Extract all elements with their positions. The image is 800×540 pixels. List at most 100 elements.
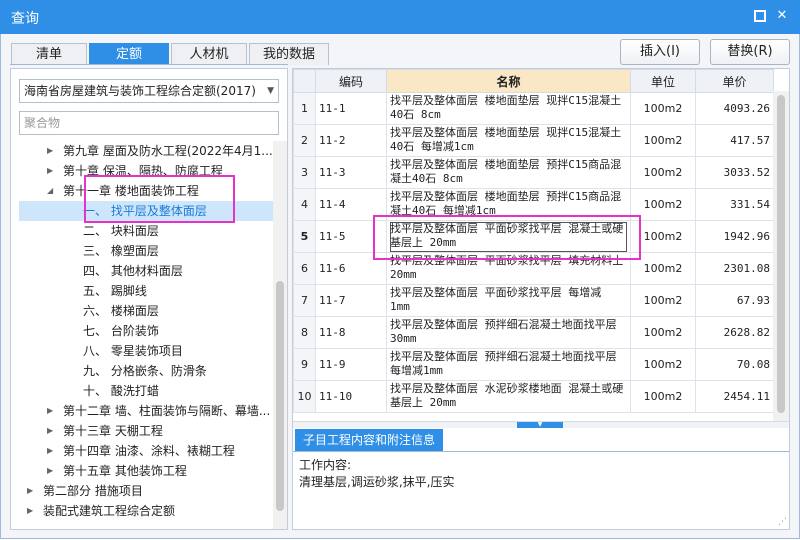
expand-arrow-icon[interactable]: ▶ [47,441,53,461]
row-number[interactable]: 9 [293,348,316,381]
highlight-tree-selection [84,175,235,223]
highlight-row-5 [373,215,641,260]
tree-item-label: 装配式建筑工程综合定额 [43,504,176,518]
row-number[interactable]: 4 [293,188,316,221]
tree-item-label: 九、 分格嵌条、防滑条 [83,364,207,378]
table-row[interactable]: 9 11-9 找平层及整体面层 预拌细石混凝土地面找平层 每增减1mm 100m2 70… [293,348,774,381]
cell-price[interactable]: 2628.82 [695,316,774,349]
quota-library-value: 海南省房屋建筑与装饰工程综合定额(2017) [24,84,256,98]
title-bar: 查询 ✕ [0,0,800,34]
row-number[interactable]: 10 [293,380,316,413]
expand-arrow-icon[interactable]: ▶ [47,421,53,441]
splitter-grip-icon[interactable]: ▼ [517,422,563,428]
header-price[interactable]: 单价 [695,69,774,93]
cell-code[interactable]: 11-8 [315,316,387,349]
cell-unit[interactable]: 100m2 [630,380,696,413]
cell-name-text: 找平层及整体面层 楼地面垫层 预拌C15商品混凝土40石 8cm [390,157,622,185]
expand-arrow-icon[interactable]: ▶ [27,481,33,501]
cell-unit[interactable]: 100m2 [630,348,696,381]
row-number[interactable]: 1 [293,92,316,125]
cell-unit[interactable]: 100m2 [630,316,696,349]
cell-code[interactable]: 11-2 [315,124,387,157]
tree-item-label: 第十四章 油漆、涂料、裱糊工程 [63,444,235,458]
replace-button[interactable]: 替换(R) [710,39,790,65]
table-row[interactable]: 7 11-7 找平层及整体面层 平面砂浆找平层 每增减 1mm 100m2 67.93 [293,284,774,317]
cell-name-text: 找平层及整体面层 预拌细石混凝土地面找平层 每增减1mm [390,349,617,377]
cell-price[interactable]: 1942.96 [695,220,774,253]
row-number[interactable]: 3 [293,156,316,189]
row-number[interactable]: 5 [293,220,316,253]
tree-item-label: 七、 台阶装饰 [83,324,159,338]
cell-name-text: 找平层及整体面层 水泥砂浆楼地面 混凝土或硬基层上 20mm [390,381,624,409]
cell-name[interactable]: 找平层及整体面层 平面砂浆找平层 每增减 1mm [386,284,631,317]
search-input[interactable]: 聚合物 [19,111,279,135]
cell-code[interactable]: 11-1 [315,92,387,125]
tree-item-label: 六、 楼梯面层 [83,304,159,318]
cell-name-text: 找平层及整体面层 平面砂浆找平层 每增减 1mm [390,285,602,313]
right-panel: 编码 名称 单位 单价 1 11-1 找平层及整体面层 楼地面垫层 现拌C15混凝土… [292,68,790,530]
expand-arrow-icon[interactable]: ▶ [47,461,53,481]
cell-price[interactable]: 70.08 [695,348,774,381]
cell-name[interactable]: 找平层及整体面层 预拌细石混凝土地面找平层 30mm [386,316,631,349]
tab-underline [10,64,288,65]
tree-item-label: 第十二章 墙、柱面装饰与隔断、幕墙... [63,404,271,418]
tree-item-label: 二、 块料面层 [83,224,159,238]
table-row[interactable]: 1 11-1 找平层及整体面层 楼地面垫层 现拌C15混凝土40石 8cm 100m2… [293,92,774,125]
cell-price[interactable]: 2301.08 [695,252,774,285]
cell-code[interactable]: 11-3 [315,156,387,189]
info-tab[interactable]: 子目工程内容和附注信息 [295,429,444,451]
table-row[interactable]: 3 11-3 找平层及整体面层 楼地面垫层 预拌C15商品混凝土40石 8cm 100… [293,156,774,189]
expand-arrow-icon[interactable]: ▶ [47,141,53,161]
expand-arrow-icon[interactable]: ▶ [47,161,53,181]
resize-grip-icon[interactable]: ⋰ [778,517,787,527]
cell-price[interactable]: 2454.11 [695,380,774,413]
table-scrollbar[interactable] [773,91,789,421]
tree-item-label: 五、 踢脚线 [83,284,147,298]
cell-name[interactable]: 找平层及整体面层 预拌细石混凝土地面找平层 每增减1mm [386,348,631,381]
insert-button[interactable]: 插入(I) [620,39,700,65]
table-row[interactable]: 2 11-2 找平层及整体面层 楼地面垫层 现拌C15混凝土40石 每增减1cm 10… [293,124,774,157]
left-panel: 海南省房屋建筑与装饰工程综合定额(2017) ▼ 聚合物 ▶ 第九章 屋面及防水工… [10,68,288,530]
restore-button[interactable] [750,6,770,26]
cell-name[interactable]: 找平层及整体面层 水泥砂浆楼地面 混凝土或硬基层上 20mm [386,380,631,413]
cell-price[interactable]: 3033.52 [695,156,774,189]
expand-arrow-icon[interactable]: ▶ [47,401,53,421]
tab-bill[interactable]: 清单 [11,43,87,65]
cell-price[interactable]: 67.93 [695,284,774,317]
collapse-arrow-icon[interactable]: ◢ [47,181,53,201]
table-row[interactable]: 8 11-8 找平层及整体面层 预拌细石混凝土地面找平层 30mm 100m2 2628… [293,316,774,349]
panel-splitter[interactable]: ▼ [293,421,789,428]
cell-unit[interactable]: 100m2 [630,284,696,317]
table-row[interactable]: 10 11-10 找平层及整体面层 水泥砂浆楼地面 混凝土或硬基层上 20mm 100… [293,380,774,413]
cell-code[interactable]: 11-10 [315,380,387,413]
cell-code[interactable]: 11-9 [315,348,387,381]
row-number[interactable]: 2 [293,124,316,157]
cell-name[interactable]: 找平层及整体面层 楼地面垫层 现拌C15混凝土40石 8cm [386,92,631,125]
cell-price[interactable]: 331.54 [695,188,774,221]
tree-scrollbar-thumb[interactable] [276,281,284,511]
cell-price[interactable]: 4093.26 [695,92,774,125]
tab-quota[interactable]: 定额 [89,43,169,65]
cell-unit[interactable]: 100m2 [630,92,696,125]
table-scrollbar-thumb[interactable] [777,95,785,413]
cell-name[interactable]: 找平层及整体面层 楼地面垫层 现拌C15混凝土40石 每增减1cm [386,124,631,157]
cell-price[interactable]: 417.57 [695,124,774,157]
cell-name[interactable]: 找平层及整体面层 楼地面垫层 预拌C15商品混凝土40石 8cm [386,156,631,189]
row-number[interactable]: 8 [293,316,316,349]
row-number[interactable]: 7 [293,284,316,317]
cell-unit[interactable]: 100m2 [630,124,696,157]
cell-code[interactable]: 11-7 [315,284,387,317]
header-unit[interactable]: 单位 [630,69,696,93]
cell-name-text: 找平层及整体面层 楼地面垫层 现拌C15混凝土40石 每增减1cm [390,125,622,153]
close-button[interactable]: ✕ [772,6,792,26]
quota-library-dropdown[interactable]: 海南省房屋建筑与装饰工程综合定额(2017) ▼ [19,79,279,103]
tab-labor-material-machine[interactable]: 人材机 [171,43,247,65]
cell-name-text: 找平层及整体面层 楼地面垫层 现拌C15混凝土40石 8cm [390,93,622,121]
header-name[interactable]: 名称 [386,69,631,93]
tree-scrollbar[interactable] [273,141,287,529]
tab-my-data[interactable]: 我的数据 [249,43,329,65]
expand-arrow-icon[interactable]: ▶ [27,501,33,521]
header-code[interactable]: 编码 [315,69,387,93]
row-number[interactable]: 6 [293,252,316,285]
cell-unit[interactable]: 100m2 [630,156,696,189]
